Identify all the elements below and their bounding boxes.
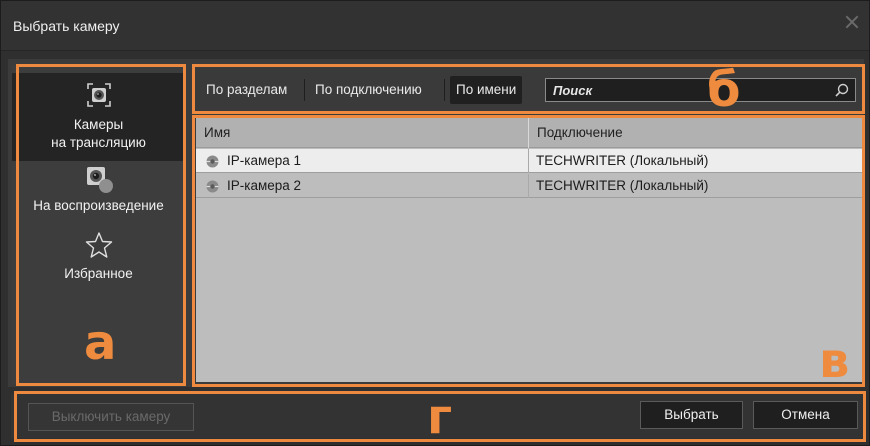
camera-connection: TECHWRITER (Локальный)	[536, 153, 709, 168]
close-icon[interactable]	[845, 15, 859, 29]
table-cell-name: IP-камера 2	[206, 174, 301, 198]
camera-name: IP-камера 2	[227, 178, 302, 193]
search-box	[545, 78, 856, 102]
dialog-title: Выбрать камеру	[13, 18, 120, 34]
search-input[interactable]	[546, 79, 826, 101]
playback-camera-icon	[86, 167, 113, 193]
sidebar-item-label: На воспроизведение	[33, 198, 164, 213]
select-camera-dialog: Выбрать камеру Камеры на трансляцию На в…	[0, 0, 870, 446]
column-header-name[interactable]: Имя	[196, 118, 528, 148]
sidebar-item-live-cameras[interactable]: Камеры на трансляцию	[12, 73, 185, 161]
table-cell-name: IP-камера 1	[206, 149, 301, 173]
star-icon	[85, 232, 112, 258]
table-row[interactable]: IP-камера 1 TECHWRITER (Локальный)	[196, 149, 864, 173]
select-button[interactable]: Выбрать	[640, 401, 743, 429]
camera-connection: TECHWRITER (Локальный)	[536, 178, 709, 193]
sidebar-item-label: на трансляцию	[51, 135, 146, 150]
cancel-button[interactable]: Отмена	[753, 401, 858, 429]
table-row[interactable]: IP-камера 2 TECHWRITER (Локальный)	[196, 174, 864, 198]
live-camera-icon	[86, 83, 111, 107]
sidebar-item-label: Избранное	[64, 266, 133, 281]
sidebar-item-favorites[interactable]: Избранное	[12, 231, 185, 291]
annotation-letter-a: а	[84, 315, 117, 371]
annotation-letter-v: в	[819, 333, 850, 389]
ip-camera-icon	[206, 180, 219, 192]
tab-by-sections[interactable]: По разделам	[200, 76, 293, 104]
column-header-connection[interactable]: Подключение	[529, 118, 864, 148]
tab-divider	[304, 79, 305, 101]
column-divider	[528, 174, 529, 198]
disable-camera-button[interactable]: Выключить камеру	[28, 403, 194, 431]
column-divider	[528, 149, 529, 173]
sidebar-item-label: Камеры	[73, 117, 124, 132]
title-bar: Выбрать камеру	[1, 1, 869, 51]
camera-table: Имя Подключение IP-камера 1 TECHWRITER (…	[196, 118, 864, 382]
camera-name: IP-камера 1	[227, 153, 302, 168]
annotation-letter-g: г	[427, 389, 453, 445]
tab-by-name[interactable]: По имени	[450, 76, 523, 104]
search-icon[interactable]	[835, 83, 849, 97]
sidebar-item-playback[interactable]: На воспроизведение	[12, 165, 185, 223]
tab-by-connection[interactable]: По подключению	[309, 76, 428, 104]
tab-divider	[444, 79, 445, 101]
ip-camera-icon	[206, 155, 219, 167]
annotation-letter-b: б	[707, 62, 741, 118]
